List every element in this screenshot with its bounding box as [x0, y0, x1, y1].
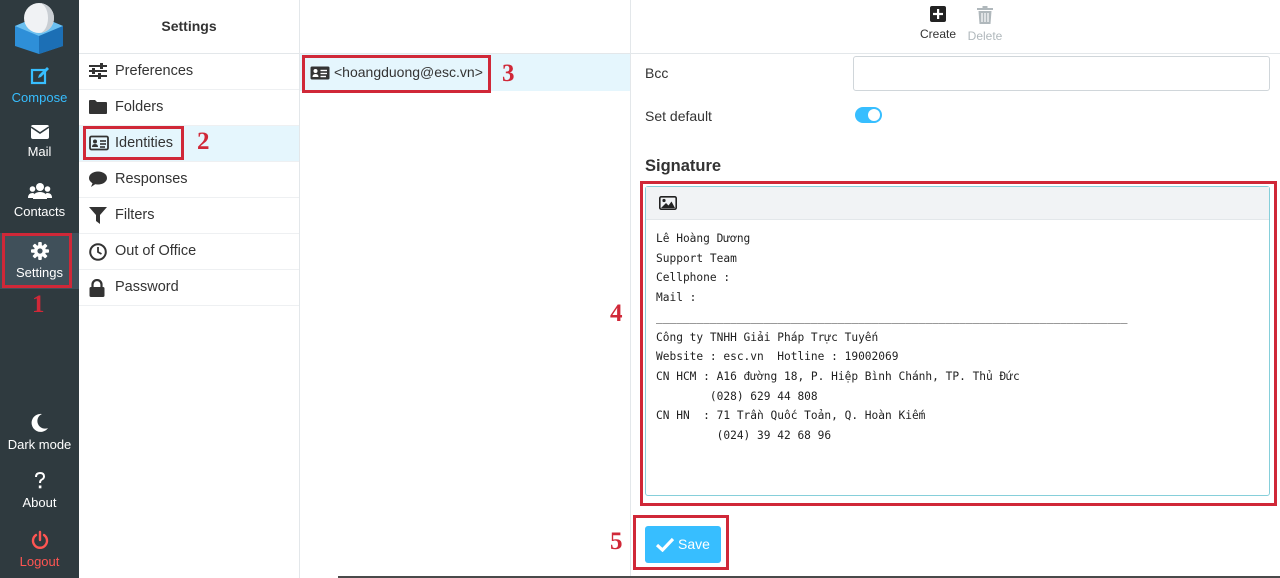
delete-label: Delete	[967, 29, 1003, 43]
settings-item-preferences[interactable]: Preferences	[79, 54, 299, 90]
identities-header	[300, 0, 630, 54]
contacts-icon	[27, 183, 52, 199]
mail-label: Mail	[27, 144, 52, 159]
compose-button[interactable]: Compose	[0, 58, 79, 114]
annotation-number-1: 1	[32, 291, 45, 318]
set-default-toggle[interactable]	[855, 107, 882, 123]
settings-list: Settings Preferences Folders Identities …	[79, 0, 300, 578]
bcc-input[interactable]	[853, 56, 1270, 91]
create-button[interactable]: Create	[916, 4, 960, 41]
settings-item-out-of-office[interactable]: Out of Office	[79, 234, 299, 270]
moon-icon	[31, 413, 48, 432]
dark-mode-button[interactable]: Dark mode	[0, 405, 79, 461]
compose-label: Compose	[11, 90, 68, 105]
settings-item-label: Folders	[115, 99, 164, 115]
settings-item-label: Out of Office	[115, 243, 197, 259]
clock-icon	[89, 243, 107, 261]
bcc-label: Bcc	[645, 65, 669, 81]
about-button[interactable]: About	[0, 463, 79, 519]
annotation-number-5: 5	[610, 528, 623, 555]
mail-icon	[30, 125, 49, 139]
annotation-box-signature	[640, 181, 1277, 506]
settings-item-label: Preferences	[115, 63, 194, 79]
question-icon	[34, 472, 45, 489]
annotation-number-4: 4	[610, 300, 623, 327]
settings-item-label: Filters	[115, 207, 155, 223]
settings-title: Settings	[79, 0, 299, 54]
annotation-box-settings	[2, 233, 72, 288]
settings-item-filters[interactable]: Filters	[79, 198, 299, 234]
dark-mode-label: Dark mode	[7, 437, 72, 452]
comment-icon	[89, 171, 107, 187]
settings-item-label: Password	[115, 279, 179, 295]
annotation-number-3: 3	[502, 60, 515, 87]
signature-title: Signature	[645, 157, 722, 175]
delete-button[interactable]: Delete	[965, 4, 1005, 43]
set-default-label: Set default	[645, 108, 712, 124]
compose-icon	[30, 67, 49, 85]
mail-button[interactable]: Mail	[0, 116, 79, 172]
trash-icon	[977, 6, 993, 24]
settings-item-password[interactable]: Password	[79, 270, 299, 306]
folder-icon	[89, 100, 107, 114]
contacts-button[interactable]: Contacts	[0, 174, 79, 230]
filter-icon	[89, 207, 107, 224]
plus-square-icon	[930, 6, 946, 22]
sliders-icon	[89, 63, 107, 79]
annotation-box-identity	[302, 55, 491, 93]
annotation-box-identities	[83, 126, 184, 160]
logout-button[interactable]: Logout	[0, 522, 79, 578]
app-nav: Compose Mail Contacts Settings Dark mode…	[0, 0, 79, 578]
settings-item-responses[interactable]: Responses	[79, 162, 299, 198]
lock-icon	[89, 279, 105, 297]
logout-label: Logout	[19, 554, 60, 569]
annotation-box-save	[633, 515, 729, 570]
about-label: About	[22, 495, 57, 510]
contacts-label: Contacts	[13, 204, 66, 219]
power-icon	[31, 530, 48, 549]
annotation-number-2: 2	[197, 128, 210, 155]
settings-item-folders[interactable]: Folders	[79, 90, 299, 126]
toolbar: Create Delete	[631, 0, 1280, 54]
app-logo[interactable]	[10, 2, 68, 54]
create-label: Create	[919, 27, 957, 41]
settings-item-label: Responses	[115, 171, 188, 187]
